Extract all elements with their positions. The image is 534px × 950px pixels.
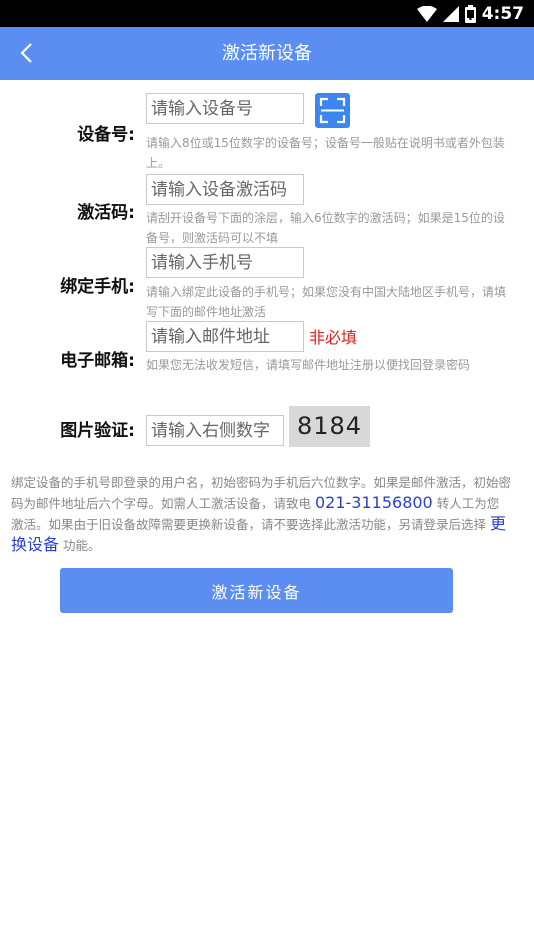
- bound-phone-input[interactable]: [146, 247, 304, 278]
- app-bar: 激活新设备: [0, 27, 534, 80]
- email-hint: 如果您无法收发短信，请填写邮件地址注册以便找回登录密码: [146, 358, 471, 372]
- email-label: 电子邮箱:: [60, 351, 135, 371]
- captcha-label: 图片验证:: [60, 421, 135, 441]
- optional-note: 非必填: [309, 328, 358, 347]
- activation-code-input[interactable]: [146, 174, 304, 205]
- notice-part3: 功能。: [59, 538, 101, 553]
- support-phone-link[interactable]: 021-31156800: [315, 493, 433, 512]
- activate-button[interactable]: 激活新设备: [60, 568, 453, 613]
- activation-code-hint: 请刮开设备号下面的涂层，输入6位数字的激活码；如果是15位的设备号，则激活码可以…: [146, 211, 505, 245]
- scan-button[interactable]: [315, 93, 350, 128]
- status-time: 4:57: [481, 3, 524, 24]
- notice-text: 绑定设备的手机号即登录的用户名，初始密码为手机后六位数字。如果是邮件激活，初始密…: [11, 473, 511, 556]
- bound-phone-label: 绑定手机:: [60, 277, 135, 297]
- page-title: 激活新设备: [222, 43, 312, 64]
- status-icons: 4:57: [416, 3, 524, 24]
- battery-icon: [464, 4, 476, 23]
- bound-phone-hint: 请输入绑定此设备的手机号；如果您没有中国大陆地区手机号，请填写下面的邮件地址激活: [146, 285, 507, 319]
- activation-code-label: 激活码:: [77, 203, 135, 223]
- device-number-hint: 请输入8位或15位数字的设备号；设备号一般贴在说明书或者外包装上。: [146, 136, 505, 170]
- status-bar: 4:57: [0, 0, 534, 27]
- device-number-label: 设备号:: [77, 125, 135, 145]
- wifi-icon: [416, 5, 437, 22]
- scan-icon: [319, 97, 346, 124]
- email-input[interactable]: [146, 321, 304, 352]
- captcha-input[interactable]: [146, 415, 284, 446]
- signal-icon: [442, 5, 459, 22]
- device-number-input[interactable]: [146, 93, 304, 124]
- captcha-image[interactable]: 8184: [289, 406, 370, 447]
